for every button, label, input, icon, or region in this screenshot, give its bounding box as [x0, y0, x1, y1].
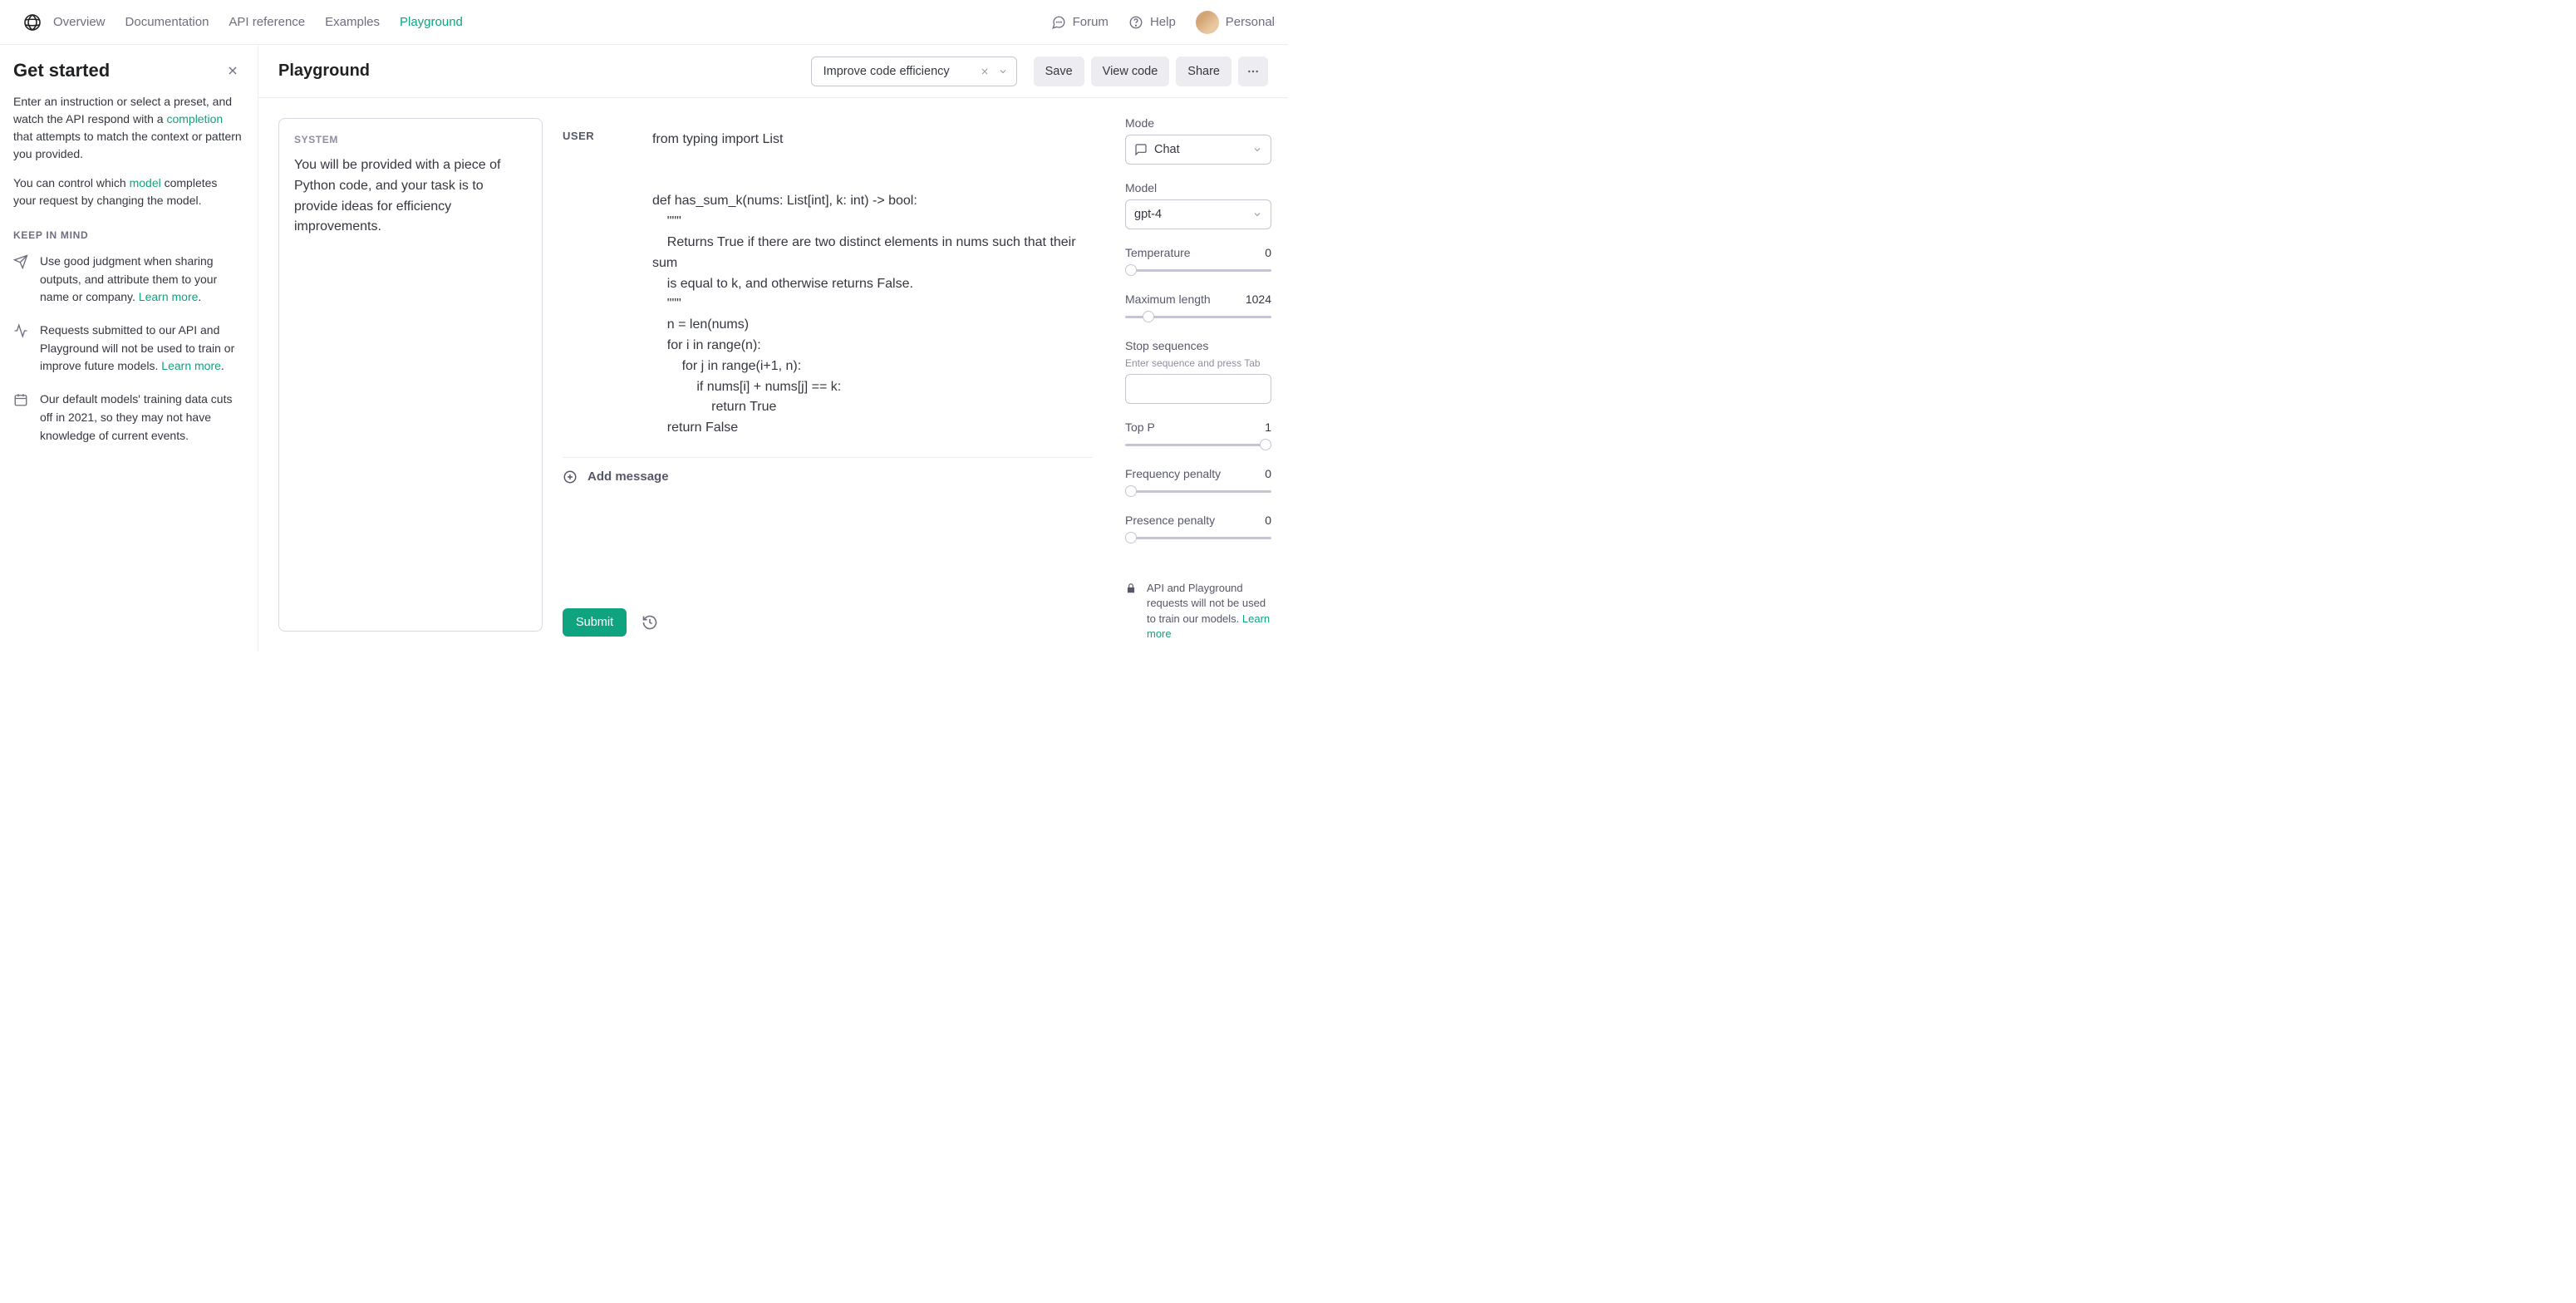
keep-in-mind-label: KEEP IN MIND	[13, 229, 243, 241]
lock-icon	[1125, 583, 1138, 642]
add-message-label: Add message	[587, 470, 669, 484]
forum-label: Forum	[1073, 15, 1109, 29]
nav-playground[interactable]: Playground	[400, 15, 463, 29]
role-label[interactable]: USER	[563, 130, 652, 439]
help-icon	[1128, 15, 1143, 30]
stop-sublabel: Enter sequence and press Tab	[1125, 357, 1271, 369]
pres-label: Presence penalty	[1125, 514, 1215, 527]
mode-label: Mode	[1125, 116, 1271, 130]
temperature-label: Temperature	[1125, 246, 1191, 259]
chevron-down-icon	[998, 66, 1008, 76]
learn-more-link[interactable]: Learn more	[161, 359, 221, 372]
playground-header: Playground Improve code efficiency Save …	[258, 45, 1288, 98]
maxlen-slider[interactable]	[1125, 311, 1271, 322]
ellipsis-icon	[1246, 65, 1260, 78]
stop-label: Stop sequences	[1125, 339, 1271, 352]
freq-label: Frequency penalty	[1125, 467, 1221, 480]
message-row[interactable]: USER from typing import List def has_sum…	[563, 118, 1092, 458]
privacy-footer: API and Playground requests will not be …	[1125, 581, 1271, 642]
topnav-right: Forum Help Personal	[1051, 11, 1275, 34]
keep-item: Requests submitted to our API and Playgr…	[13, 322, 243, 376]
completion-link[interactable]: completion	[166, 112, 223, 125]
settings-panel: Mode Chat Model gpt-4 Te	[1112, 98, 1288, 652]
temperature-value: 0	[1265, 246, 1271, 259]
submit-button[interactable]: Submit	[563, 608, 627, 637]
top-nav: Overview Documentation API reference Exa…	[0, 0, 1288, 45]
account-label: Personal	[1226, 15, 1275, 29]
mode-select[interactable]: Chat	[1125, 135, 1271, 165]
intro-para-2: You can control which model completes yo…	[13, 175, 243, 209]
plus-circle-icon	[563, 470, 578, 484]
model-select[interactable]: gpt-4	[1125, 199, 1271, 229]
avatar	[1196, 11, 1219, 34]
nav-overview[interactable]: Overview	[53, 15, 106, 29]
mode-value: Chat	[1154, 143, 1252, 156]
topp-value: 1	[1265, 420, 1271, 434]
model-link[interactable]: model	[130, 176, 161, 189]
get-started-title: Get started	[13, 60, 110, 81]
send-icon	[13, 254, 30, 307]
chevron-down-icon	[1252, 209, 1262, 219]
more-menu-button[interactable]	[1238, 57, 1268, 86]
nav-links: Overview Documentation API reference Exa…	[53, 15, 463, 29]
system-label: SYSTEM	[294, 134, 527, 145]
system-panel[interactable]: SYSTEM You will be provided with a piece…	[278, 118, 543, 632]
pres-slider[interactable]	[1125, 532, 1271, 543]
activity-icon	[13, 323, 30, 376]
temperature-slider[interactable]	[1125, 264, 1271, 276]
preset-value: Improve code efficiency	[823, 65, 976, 78]
freq-value: 0	[1265, 467, 1271, 480]
nav-api-reference[interactable]: API reference	[229, 15, 305, 29]
message-content[interactable]: from typing import List def has_sum_k(nu…	[652, 130, 1092, 439]
help-label: Help	[1150, 15, 1176, 29]
system-text[interactable]: You will be provided with a piece of Pyt…	[294, 155, 527, 238]
help-link[interactable]: Help	[1128, 15, 1176, 30]
page-title: Playground	[278, 61, 370, 81]
close-icon[interactable]	[223, 61, 243, 81]
model-value: gpt-4	[1134, 208, 1252, 221]
add-message-button[interactable]: Add message	[563, 458, 1092, 496]
chat-panel: USER from typing import List def has_sum…	[543, 98, 1112, 652]
nav-documentation[interactable]: Documentation	[125, 15, 209, 29]
maxlen-label: Maximum length	[1125, 293, 1211, 306]
maxlen-value: 1024	[1246, 293, 1271, 306]
forum-link[interactable]: Forum	[1051, 15, 1109, 30]
account-menu[interactable]: Personal	[1196, 11, 1275, 34]
save-button[interactable]: Save	[1034, 57, 1084, 86]
freq-slider[interactable]	[1125, 485, 1271, 497]
clear-preset-icon[interactable]	[976, 65, 993, 78]
keep-item: Use good judgment when sharing outputs, …	[13, 253, 243, 307]
keep-item: Our default models' training data cuts o…	[13, 391, 243, 445]
view-code-button[interactable]: View code	[1091, 57, 1170, 86]
intro-para-1: Enter an instruction or select a preset,…	[13, 93, 243, 163]
preset-select[interactable]: Improve code efficiency	[811, 57, 1017, 86]
get-started-panel: Get started Enter an instruction or sele…	[0, 45, 258, 652]
topp-slider[interactable]	[1125, 439, 1271, 450]
stop-input[interactable]	[1125, 374, 1271, 404]
pres-value: 0	[1265, 514, 1271, 527]
logo[interactable]	[13, 12, 52, 32]
calendar-icon	[13, 392, 30, 445]
model-label: Model	[1125, 181, 1271, 194]
share-button[interactable]: Share	[1176, 57, 1231, 86]
chevron-down-icon	[1252, 145, 1262, 155]
history-button[interactable]	[642, 614, 658, 631]
learn-more-link[interactable]: Learn more	[139, 290, 199, 303]
nav-examples[interactable]: Examples	[325, 15, 380, 29]
chat-bubble-icon	[1051, 15, 1066, 30]
topp-label: Top P	[1125, 420, 1155, 434]
chat-icon	[1134, 143, 1148, 156]
